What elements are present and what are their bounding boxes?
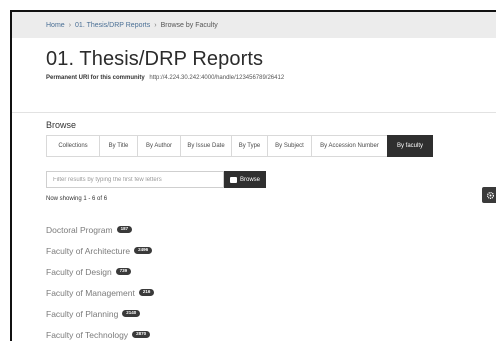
breadcrumb-home[interactable]: Home <box>46 22 65 29</box>
list-item: Faculty of Technology 2870 <box>46 324 154 341</box>
tab-by-subject[interactable]: By Subject <box>267 135 312 157</box>
browse-button[interactable]: Browse <box>224 171 266 188</box>
breadcrumb-separator: › <box>68 21 72 29</box>
breadcrumb: Home › 01. Thesis/DRP Reports › Browse b… <box>12 12 496 38</box>
results-count: Now showing 1 - 6 of 6 <box>46 196 108 202</box>
list-item: Doctoral Program 187 <box>46 219 154 240</box>
count-badge: 2870 <box>132 330 151 339</box>
faculty-link[interactable]: Doctoral Program <box>46 225 113 235</box>
filter-input[interactable] <box>46 171 224 188</box>
count-badge: 187 <box>116 225 133 234</box>
tab-by-title[interactable]: By Title <box>99 135 138 157</box>
browse-section: Browse Collections By Title By Author By… <box>46 120 433 157</box>
list-item: Faculty of Planning 2140 <box>46 303 154 324</box>
faculty-link[interactable]: Faculty of Management <box>46 288 135 298</box>
permanent-uri-value[interactable]: http://4.224.30.242:4000/handle/12345678… <box>149 75 284 81</box>
breadcrumb-community[interactable]: 01. Thesis/DRP Reports <box>75 22 150 29</box>
filter-row: Browse <box>46 171 266 188</box>
count-badge: 216 <box>138 288 155 297</box>
tab-by-faculty[interactable]: By faculty <box>387 135 433 157</box>
page-title: 01. Thesis/DRP Reports <box>46 48 264 70</box>
permanent-uri-label: Permanent URI for this community <box>46 75 145 81</box>
page-header: 01. Thesis/DRP Reports Permanent URI for… <box>12 48 496 81</box>
browse-icon <box>229 176 237 183</box>
count-badge: 2140 <box>122 309 141 318</box>
list-item: Faculty of Design 739 <box>46 261 154 282</box>
gear-icon <box>486 191 494 199</box>
faculty-list: Doctoral Program 187 Faculty of Architec… <box>46 219 155 341</box>
faculty-link[interactable]: Faculty of Architecture <box>46 246 130 256</box>
settings-button[interactable] <box>482 187 496 203</box>
list-item: Faculty of Management 216 <box>46 282 155 303</box>
count-badge: 2496 <box>134 246 153 255</box>
browse-button-label: Browse <box>239 176 260 183</box>
browse-heading: Browse <box>46 120 77 130</box>
tab-by-type[interactable]: By Type <box>231 135 268 157</box>
faculty-link[interactable]: Faculty of Technology <box>46 330 128 340</box>
header-divider <box>12 112 496 113</box>
count-badge: 739 <box>115 267 132 276</box>
faculty-link[interactable]: Faculty of Planning <box>46 309 118 319</box>
app-frame: Home › 01. Thesis/DRP Reports › Browse b… <box>10 10 496 341</box>
tab-collections[interactable]: Collections <box>46 135 100 157</box>
list-item: Faculty of Architecture 2496 <box>46 240 154 261</box>
tab-by-issue-date[interactable]: By Issue Date <box>180 135 232 157</box>
tab-by-author[interactable]: By Author <box>137 135 181 157</box>
faculty-link[interactable]: Faculty of Design <box>46 267 112 277</box>
browse-tabs: Collections By Title By Author By Issue … <box>46 135 433 157</box>
tab-by-accession-number[interactable]: By Accession Number <box>311 135 388 157</box>
breadcrumb-separator: › <box>154 21 157 29</box>
permanent-uri: Permanent URI for this community http://… <box>46 75 496 81</box>
breadcrumb-current: Browse by Faculty <box>160 21 218 29</box>
